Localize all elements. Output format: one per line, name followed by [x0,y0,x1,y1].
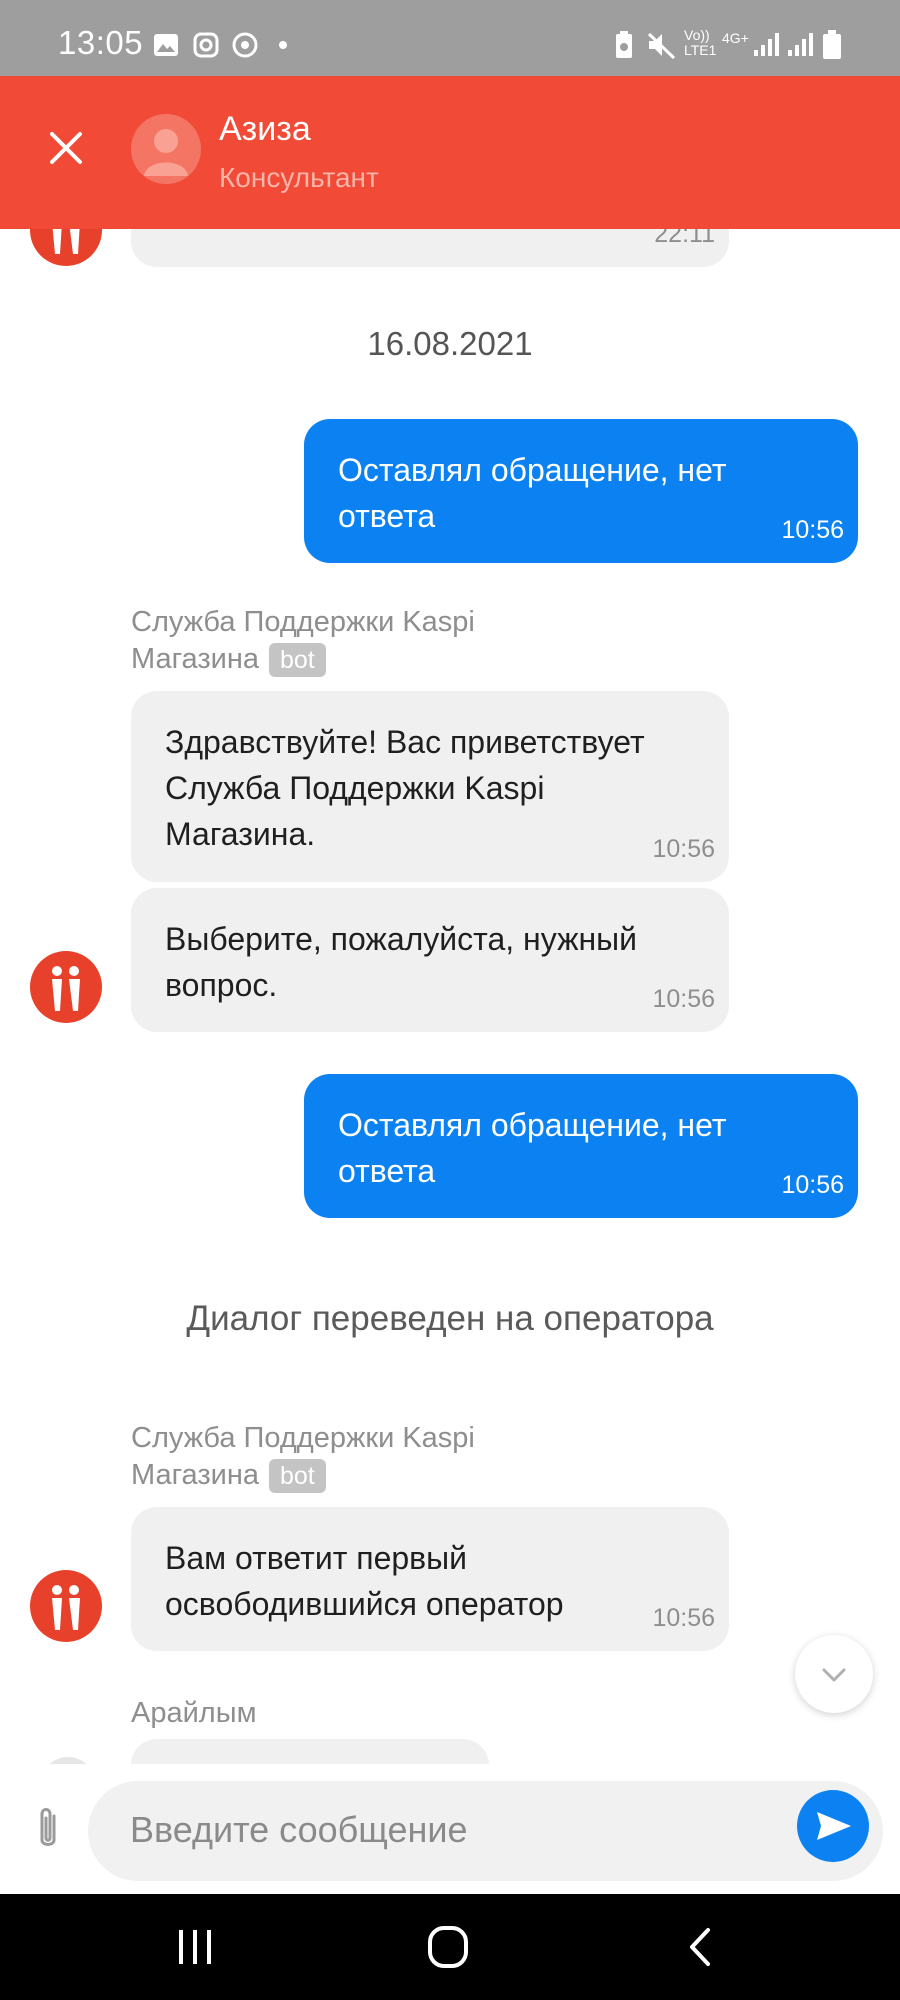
message-time: 10:56 [652,835,715,863]
close-icon[interactable] [44,126,88,170]
bot-avatar [30,229,102,266]
operator-avatar [40,1757,96,1764]
send-icon [817,1812,851,1840]
person-icon [144,129,188,176]
kaspi-logo-icon [52,229,80,254]
back-icon[interactable] [670,1922,730,1972]
chrome-icon [232,32,258,58]
consultant-role: Консультант [219,162,379,193]
system-message: Диалог переведен на оператора [186,1299,714,1338]
paperclip-icon[interactable] [28,1804,68,1854]
recent-apps-icon[interactable] [165,1922,225,1972]
date-separator: 16.08.2021 [367,325,533,362]
send-button[interactable] [797,1790,869,1862]
message-time: 10:56 [652,985,715,1013]
chevron-down-icon [822,1668,846,1682]
system-nav-bar [0,1894,900,2000]
kaspi-logo-icon [52,966,80,1011]
message-bubble-incoming [131,1739,489,1764]
message-text: Выберите, пожалуйста, нужный вопрос. [165,921,638,1003]
status-time: 13:05 [58,24,144,61]
kaspi-logo-icon [52,1585,80,1630]
sender-name: Арайлым [131,1697,257,1729]
instagram-icon [193,32,219,58]
sender-name: Служба Поддержки Kaspi Магазина bot [131,1420,551,1494]
4g-icon: 4G+ [722,30,749,46]
message-bubble-incoming: Вам ответит первый освободившийся операт… [131,1507,729,1651]
message-time: 10:56 [781,516,844,544]
volte-icon: Vo)) LTE1 [684,27,717,58]
signal-icon [754,33,779,56]
message-text: Оставлял обращение, нет ответа [338,1107,727,1189]
message-time: 10:56 [781,1171,844,1199]
message-input-container[interactable] [88,1781,883,1881]
bot-avatar [30,951,102,1023]
status-bar: 13:05 Vo)) LTE1 4G+ [0,0,900,76]
scroll-down-button[interactable] [795,1635,873,1713]
chat-messages[interactable]: 22:11 16.08.2021 Оставлял обращение, нет… [0,229,900,1764]
message-time: 22:11 [654,229,715,248]
bot-avatar [30,1570,102,1642]
message-time: 10:56 [652,1604,715,1632]
message-bubble-outgoing: Оставлял обращение, нет ответа 10:56 [304,1074,858,1218]
message-text: Вам ответит первый освободившийся операт… [165,1540,564,1622]
message-text: Оставлял обращение, нет ответа [338,452,727,534]
chat-header: Азиза Консультант [0,76,900,229]
consultant-name: Азиза [219,110,311,148]
mute-icon [647,32,676,60]
bot-badge: bot [269,643,326,678]
message-text: Здравствуйте! Вас приветствует Служба По… [165,724,645,852]
message-bubble-outgoing: Оставлял обращение, нет ответа 10:56 [304,419,858,563]
sender-name: Служба Поддержки Kaspi Магазина bot [131,604,551,678]
consultant-avatar [131,114,201,184]
message-bubble-incoming: Выберите, пожалуйста, нужный вопрос. 10:… [131,888,729,1032]
home-icon[interactable] [418,1922,478,1972]
image-icon [154,34,178,56]
message-bubble-incoming: 22:11 [131,229,729,267]
battery-icon [823,30,841,59]
message-input[interactable] [130,1801,770,1859]
message-bubble-incoming: Здравствуйте! Вас приветствует Служба По… [131,691,729,882]
bot-badge: bot [269,1459,326,1494]
message-input-bar [0,1764,900,1894]
battery-saver-icon [616,31,632,58]
dot-icon [279,41,287,49]
signal-icon [788,33,813,56]
